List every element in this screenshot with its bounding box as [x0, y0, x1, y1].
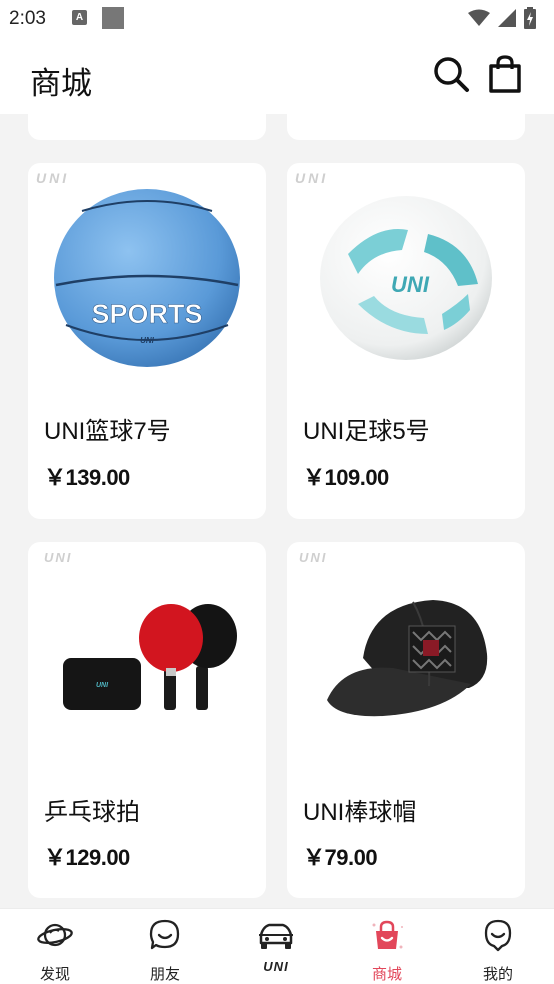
tab-label: 商城: [371, 966, 402, 983]
brand-logo: UNI: [36, 171, 69, 185]
ping-pong-paddles-image: UNI: [63, 604, 237, 710]
notification-square-icon: [102, 7, 124, 29]
search-icon[interactable]: [432, 55, 470, 93]
soccer-ball-image: UNI: [320, 196, 492, 360]
svg-text:UNI: UNI: [140, 336, 155, 345]
product-name: UNI篮球7号: [44, 418, 171, 445]
product-price: ￥79.00: [303, 845, 378, 870]
svg-text:UNI: UNI: [295, 171, 328, 185]
product-name: 乒乓球拍: [44, 799, 140, 826]
baseball-cap-image: [327, 600, 488, 717]
notification-a-icon: A: [72, 10, 87, 25]
signal-icon: [498, 9, 516, 27]
brand-logo: UNI: [44, 550, 72, 564]
svg-text:UNI: UNI: [391, 272, 430, 297]
profile-smile-icon: [484, 919, 512, 952]
chat-smile-icon: [149, 919, 180, 950]
product-card-partial[interactable]: [28, 114, 266, 140]
car-icon: [259, 923, 293, 949]
tab-discover[interactable]: 发现: [0, 909, 110, 984]
product-card[interactable]: UNI SPORTS UNI UNI篮球7号 ￥139.00: [28, 163, 266, 519]
app-header: 商城: [0, 38, 554, 114]
product-price: ￥139.00: [44, 465, 130, 490]
tab-label: 发现: [39, 966, 70, 983]
page-title: 商城: [30, 66, 92, 101]
status-time: 2:03: [9, 8, 46, 29]
svg-text:UNI: UNI: [96, 682, 109, 689]
shopping-bag-icon[interactable]: [488, 55, 522, 93]
svg-text:UNI: UNI: [36, 171, 69, 185]
basketball-image: SPORTS UNI: [54, 189, 240, 367]
product-card-partial[interactable]: [287, 114, 525, 140]
product-name: UNI棒球帽: [303, 799, 417, 826]
brand-logo: UNI: [295, 171, 328, 185]
product-price: ￥109.00: [303, 465, 389, 490]
svg-text:SPORTS: SPORTS: [91, 299, 202, 329]
shopping-bag-icon: [372, 920, 403, 949]
product-price: ￥129.00: [44, 845, 130, 870]
svg-text:UNI: UNI: [44, 550, 72, 564]
tab-uni[interactable]: UNI: [221, 909, 331, 984]
product-card[interactable]: UNI UNI棒球帽 ￥79.00: [287, 542, 525, 898]
tab-label: 朋友: [149, 966, 180, 983]
tab-me[interactable]: 我的: [443, 909, 553, 984]
tab-label-logo: UNI: [263, 959, 289, 974]
planet-icon: [37, 923, 73, 947]
product-grid[interactable]: UNI SPORTS UNI UNI篮球7号 ￥139.00 UNI UNI U…: [0, 114, 554, 908]
product-name: UNI足球5号: [303, 418, 430, 445]
product-card[interactable]: UNI UNI UNI足球5号 ￥109.00: [287, 163, 525, 519]
battery-icon: [524, 7, 536, 29]
status-bar: 2:03 A: [0, 0, 554, 38]
tab-label: 我的: [482, 966, 513, 983]
tab-friends[interactable]: 朋友: [110, 909, 220, 984]
status-indicators: [468, 7, 536, 29]
brand-logo: UNI: [299, 550, 327, 564]
product-card[interactable]: UNI UNI 乒乓球拍 ￥129.00: [28, 542, 266, 898]
svg-text:UNI: UNI: [299, 550, 327, 564]
tab-mall[interactable]: 商城: [332, 909, 442, 984]
bottom-tab-bar: 发现 朋友 UNI 商城 我的: [0, 908, 554, 984]
wifi-icon: [468, 9, 490, 26]
